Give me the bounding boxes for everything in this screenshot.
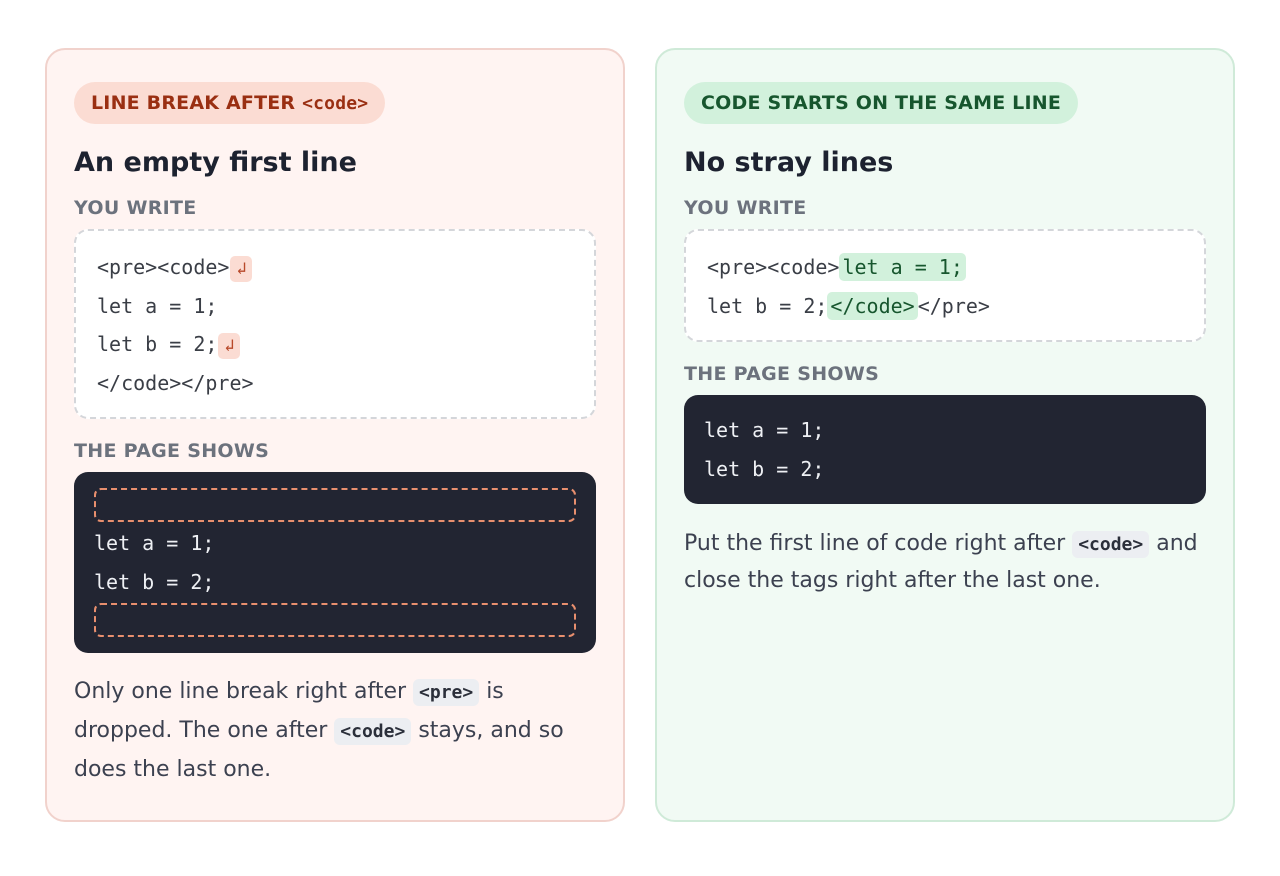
inline-code: <pre>	[413, 679, 480, 706]
you-write-code-block: <pre><code> ↲ let a = 1; let b = 2; ↲ </co…	[74, 229, 596, 419]
badge-code: <code>	[302, 93, 369, 114]
highlighted-code: let a = 1;	[839, 253, 966, 281]
page-shows-label: THE PAGE SHOWS	[684, 363, 880, 385]
empty-line-marker	[94, 603, 576, 637]
empty-line-marker	[94, 488, 576, 522]
output-line: let b = 2;	[704, 456, 825, 481]
same-line-card: CODE STARTS ON THE SAME LINE No stray li…	[655, 48, 1235, 822]
return-icon: ↲	[230, 255, 253, 282]
line-break-badge: LINE BREAK AFTER <code>	[74, 82, 386, 124]
code-line: <pre><code> let a = 1;	[707, 248, 1183, 287]
inline-code: <code>	[334, 718, 412, 745]
code-line: <pre><code> ↲	[97, 248, 573, 287]
explanation-note: Put the first line of code right after <…	[684, 531, 1198, 593]
output-line: let a = 1;	[94, 531, 215, 555]
line-break-card: LINE BREAK AFTER <code> An empty first l…	[45, 48, 625, 822]
you-write-code-block: <pre><code> let a = 1; let b = 2; </code> <…	[684, 229, 1206, 342]
you-write-label: YOU WRITE	[684, 197, 807, 219]
code-line: let b = 2; </code> </pre>	[707, 291, 990, 320]
badge-text: LINE BREAK AFTER	[91, 92, 303, 114]
inline-code: <code>	[1072, 531, 1150, 558]
explanation-note: Only one line break right after <pre> is…	[74, 679, 564, 782]
code-line: let b = 2; ↲	[97, 325, 573, 364]
return-icon: ↲	[218, 332, 241, 359]
code-line: let a = 1;	[97, 293, 218, 318]
same-line-badge: CODE STARTS ON THE SAME LINE	[684, 82, 1079, 124]
comparison-page: LINE BREAK AFTER <code> An empty first l…	[0, 0, 1280, 876]
page-shows-code-block: let a = 1; let b = 2;	[684, 395, 1206, 504]
card-title: No stray lines	[684, 147, 894, 178]
page-shows-label: THE PAGE SHOWS	[74, 440, 270, 462]
code-line: </code></pre>	[97, 370, 254, 395]
output-line: let a = 1;	[704, 418, 825, 442]
you-write-label: YOU WRITE	[74, 197, 197, 219]
card-title: An empty first line	[74, 147, 357, 178]
highlighted-code: </code>	[827, 291, 918, 320]
output-line: let b = 2;	[94, 569, 215, 594]
page-shows-code-block: let a = 1; let b = 2;	[74, 472, 596, 653]
